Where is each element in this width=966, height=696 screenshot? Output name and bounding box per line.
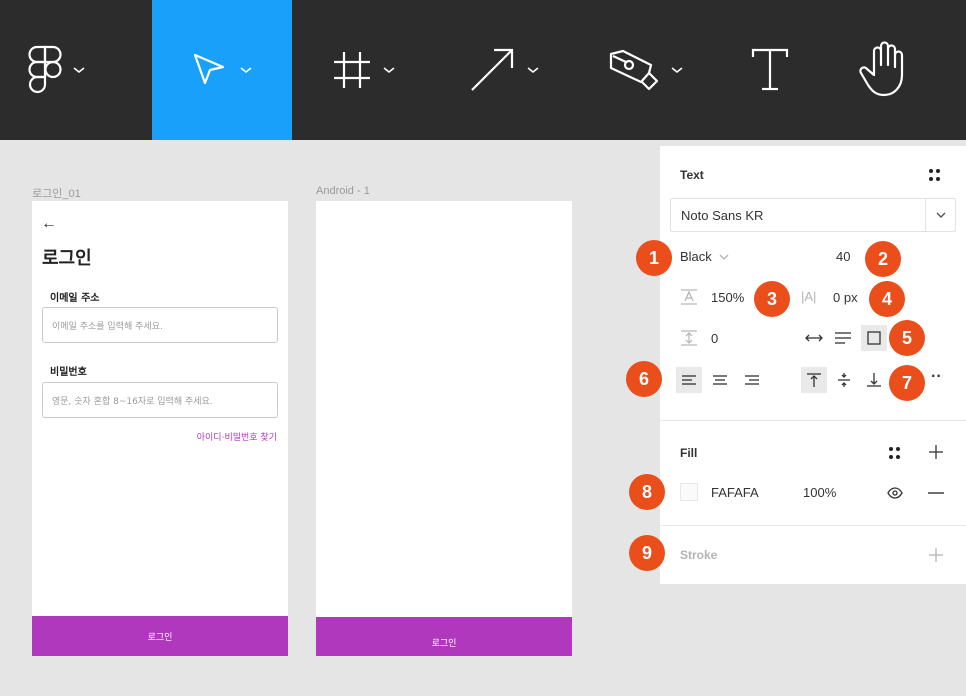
align-middle-icon — [838, 373, 850, 387]
auto-width-icon — [805, 334, 823, 342]
pen-tool-button[interactable] — [608, 0, 684, 140]
align-bottom-button[interactable] — [861, 367, 887, 393]
annotation-badge-7: 7 — [889, 365, 925, 401]
divider — [660, 525, 966, 526]
fill-styles-icon[interactable] — [889, 447, 901, 459]
font-family-select[interactable]: Noto Sans KR — [670, 198, 956, 232]
back-arrow-icon[interactable]: ← — [41, 215, 57, 233]
font-size-input[interactable]: 40 — [836, 249, 850, 264]
email-input[interactable]: 이메일 주소를 입력해 주세요. — [42, 307, 278, 343]
chevron-down-icon — [719, 254, 729, 260]
align-center-icon — [713, 375, 727, 385]
move-tool-button[interactable] — [152, 0, 292, 140]
align-center-button[interactable] — [707, 367, 733, 393]
annotation-badge-8: 8 — [629, 474, 665, 510]
login-frame[interactable]: ← 로그인 이메일 주소 이메일 주소를 입력해 주세요. 비밀번호 영문, 숫… — [32, 201, 288, 656]
align-top-icon — [807, 373, 821, 387]
fixed-size-icon — [867, 331, 881, 345]
fill-hex-input[interactable]: FAFAFA — [711, 485, 759, 500]
chevron-down-icon[interactable] — [239, 65, 253, 75]
chevron-down-icon[interactable] — [670, 65, 684, 75]
font-weight-select[interactable]: Black — [680, 249, 730, 264]
align-right-button[interactable] — [739, 367, 765, 393]
font-family-value: Noto Sans KR — [681, 207, 764, 223]
hand-tool-button[interactable] — [858, 0, 912, 140]
align-middle-button[interactable] — [831, 367, 857, 393]
annotation-badge-2: 2 — [865, 241, 901, 277]
auto-height-button[interactable] — [830, 325, 856, 351]
font-weight-value: Black — [680, 249, 712, 264]
paragraph-spacing-icon — [681, 330, 697, 346]
chevron-down-icon[interactable] — [925, 199, 955, 231]
fill-opacity-input[interactable]: 100% — [803, 485, 836, 500]
align-left-icon — [682, 375, 696, 385]
remove-fill-icon[interactable] — [928, 492, 944, 494]
auto-height-icon — [835, 332, 851, 344]
annotation-badge-9: 9 — [629, 535, 665, 571]
letter-spacing-icon: |A| — [801, 289, 817, 304]
text-T-icon — [751, 48, 789, 91]
more-options-icon[interactable]: ·· — [931, 368, 942, 386]
fill-section-title: Fill — [680, 446, 698, 460]
eye-icon[interactable] — [887, 487, 903, 499]
chevron-down-icon[interactable] — [382, 65, 396, 75]
chevron-down-icon[interactable] — [526, 65, 540, 75]
login-button[interactable]: 로그인 — [32, 616, 288, 656]
auto-width-button[interactable] — [801, 325, 827, 351]
frame-label-android[interactable]: Android - 1 — [316, 185, 370, 197]
fixed-size-button[interactable] — [861, 325, 887, 351]
frame-label-login[interactable]: 로그인_01 — [32, 185, 81, 201]
annotation-badge-4: 4 — [869, 281, 905, 317]
figma-logo-icon — [28, 45, 62, 94]
add-stroke-icon[interactable] — [928, 547, 944, 563]
arrow-line-icon — [471, 48, 514, 91]
frame-tool-button[interactable] — [332, 0, 396, 140]
shape-tool-button[interactable] — [468, 0, 540, 140]
annotation-badge-3: 3 — [754, 281, 790, 317]
align-right-icon — [745, 375, 759, 385]
email-label: 이메일 주소 — [50, 293, 100, 304]
align-top-button[interactable] — [801, 367, 827, 393]
frame-hash-icon — [334, 52, 370, 88]
annotation-badge-5: 5 — [889, 320, 925, 356]
align-left-button[interactable] — [676, 367, 702, 393]
figma-menu-button[interactable] — [28, 0, 86, 140]
text-tool-button[interactable] — [750, 0, 790, 140]
properties-panel: Text Noto Sans KR Black 40 150% |A| 0 px… — [660, 146, 966, 584]
android-frame[interactable]: 로그인 — [316, 201, 572, 656]
password-input[interactable]: 영문, 숫자 혼합 8~16자로 입력해 주세요. — [42, 382, 278, 418]
password-label: 비밀번호 — [50, 367, 87, 378]
stroke-section-title: Stroke — [680, 548, 718, 562]
hand-icon — [859, 41, 904, 97]
paragraph-spacing-input[interactable]: 0 — [711, 331, 718, 346]
text-section-title: Text — [680, 168, 704, 182]
login-button[interactable]: 로그인 — [316, 617, 572, 656]
align-bottom-icon — [867, 373, 881, 387]
annotation-badge-1: 1 — [636, 240, 672, 276]
divider — [660, 420, 966, 421]
fill-color-swatch[interactable] — [680, 483, 698, 501]
line-height-icon — [681, 289, 697, 305]
chevron-down-icon[interactable] — [72, 65, 86, 75]
pointer-icon — [193, 53, 225, 85]
add-fill-icon[interactable] — [928, 444, 944, 460]
line-height-input[interactable]: 150% — [711, 290, 744, 305]
toolbar — [0, 0, 966, 140]
pen-nib-icon — [609, 49, 659, 91]
page-title: 로그인 — [42, 248, 92, 269]
letter-spacing-input[interactable]: 0 px — [833, 290, 858, 305]
annotation-badge-6: 6 — [626, 361, 662, 397]
find-id-password-link[interactable]: 아이디·비밀번호 찾기 — [197, 430, 277, 443]
text-styles-icon[interactable] — [929, 169, 941, 181]
